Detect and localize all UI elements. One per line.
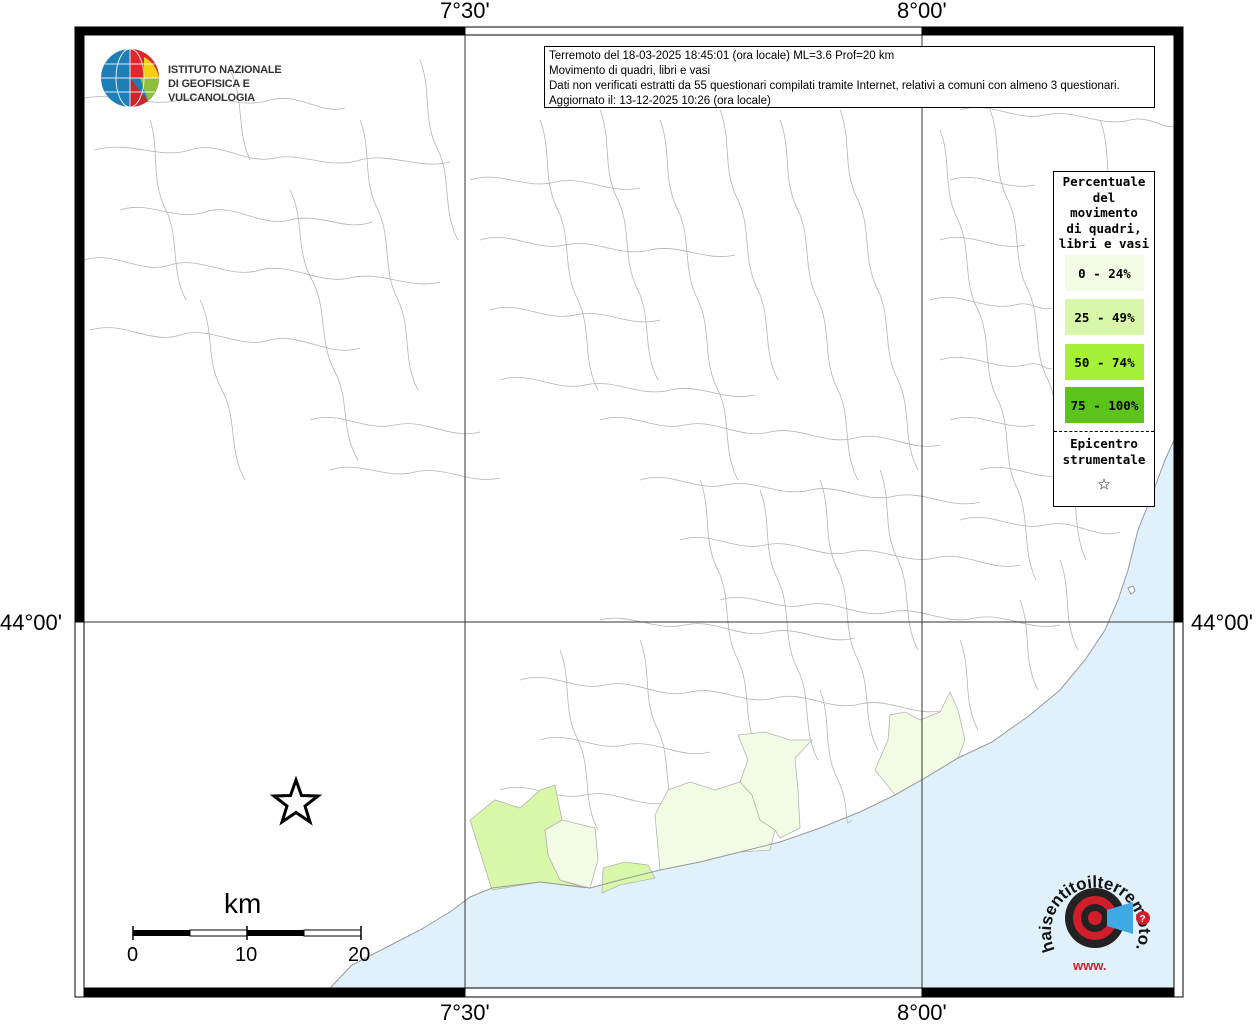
legend-title-line: libri e vasi (1058, 236, 1150, 251)
legend-class-25-49: 25 - 49% (1065, 299, 1144, 335)
ingv-globe-icon (101, 48, 160, 108)
scale-tick-20: 20 (348, 944, 371, 966)
legend-title-line: di quadri, (1066, 220, 1142, 236)
haisentito-logo: haisentitoilterremoto.it www. ? (1032, 843, 1155, 978)
legend-class-label: 50 - 74% (1074, 354, 1135, 370)
legend-class-label: 75 - 100% (1070, 397, 1139, 413)
event-title: Terremoto del 18-03-2025 18:45:01 (ora l… (549, 50, 895, 62)
scale-unit: km (224, 888, 262, 919)
legend-class-label: 0 - 24% (1078, 265, 1131, 281)
legend-epicenter-line: strumentale (1062, 451, 1146, 467)
legend-star-icon: ☆ (1097, 471, 1111, 496)
legend-epicenter-title: Epicentro strumentale (1054, 436, 1154, 467)
legend-class-0-24: 0 - 24% (1065, 255, 1144, 291)
data-note: Dati non verificati estratti da 55 quest… (549, 80, 1120, 92)
legend-title-line: movimento (1070, 205, 1138, 220)
legend: Percentuale del movimento di quadri, lib… (1053, 171, 1155, 507)
legend-title-line: del (1092, 189, 1116, 205)
legend-title: Percentuale del movimento di quadri, lib… (1054, 174, 1154, 252)
ingv-name-line2: DI GEOFISICA E VULCANOLOGIA (168, 78, 255, 104)
top-label-800: 8°00' (897, 0, 947, 23)
legend-class-label: 25 - 49% (1074, 309, 1135, 325)
ingv-name-line1: ISTITUTO NAZIONALE (168, 64, 282, 76)
top-label-730: 7°30' (440, 0, 490, 23)
scale-tick-10: 10 (235, 944, 258, 966)
map-subject: Movimento di quadri, libri e vasi (549, 65, 711, 77)
legend-title-line: Percentuale (1062, 174, 1146, 189)
bottom-label-730: 7°30' (440, 1000, 490, 1025)
haisentito-logo-prefix: www. (1072, 958, 1106, 973)
event-info-box: Terremoto del 18-03-2025 18:45:01 (ora l… (544, 46, 1155, 108)
right-label-4400: 44°00' (1191, 610, 1253, 635)
legend-class-50-74: 50 - 74% (1065, 344, 1144, 380)
epicenter-star (269, 775, 323, 826)
municipal-boundaries (83, 59, 1175, 831)
legend-epicenter-line: Epicentro (1070, 436, 1138, 451)
bottom-label-800: 8°00' (897, 1000, 947, 1025)
left-label-4400: 44°00' (0, 610, 62, 635)
legend-separator (1054, 431, 1154, 432)
haisentito-logo-icon: haisentitoilterremoto.it www. ? (1032, 843, 1154, 973)
svg-text:?: ? (1140, 914, 1146, 925)
ingv-logo: ISTITUTO NAZIONALE DI GEOFISICA E VULCAN… (100, 47, 320, 109)
legend-class-75-100: 75 - 100% (1065, 387, 1144, 423)
scale-tick-0: 0 (127, 944, 139, 966)
updated-date: Aggiornato il: 13-12-2025 10:26 (ora loc… (549, 95, 771, 107)
scale-bar (132, 926, 362, 940)
